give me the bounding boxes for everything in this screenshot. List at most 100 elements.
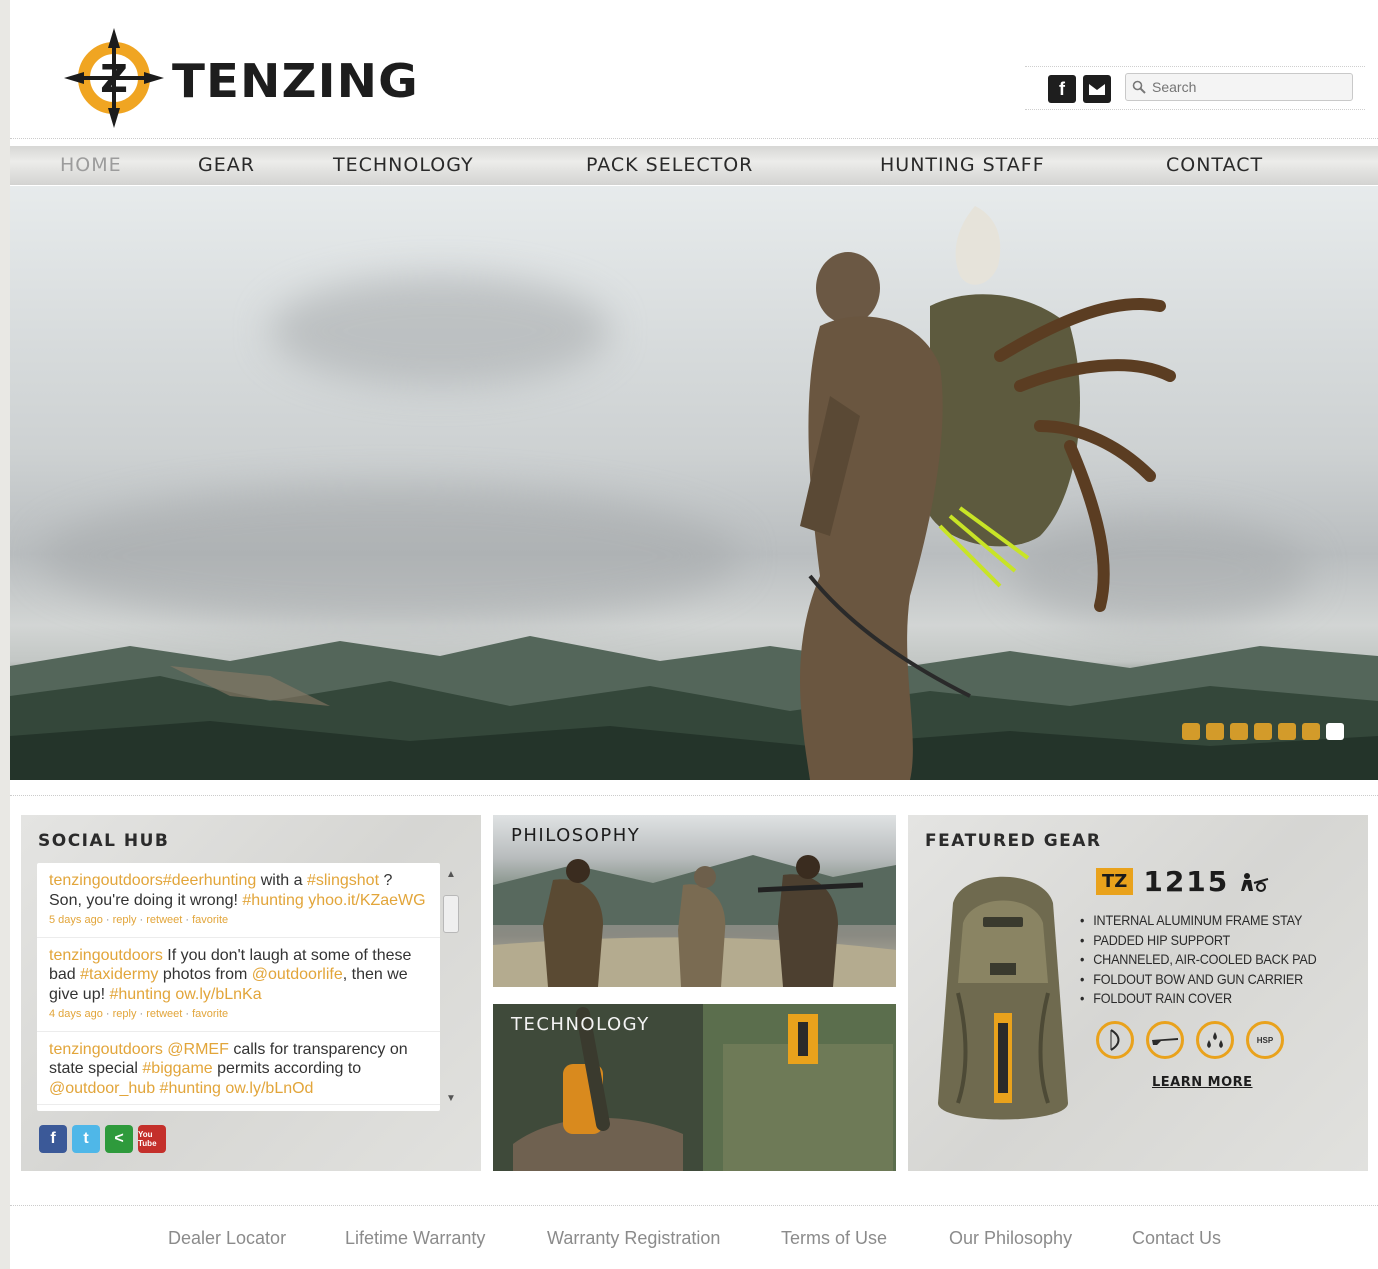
nav-contact[interactable]: CONTACT [1166, 154, 1263, 176]
footer-link-terms-of-use[interactable]: Terms of Use [781, 1228, 887, 1249]
scroll-up-icon[interactable]: ▲ [445, 869, 457, 881]
brand-logo[interactable]: Z TENZING [62, 26, 462, 130]
slide-dot[interactable] [1182, 723, 1200, 740]
tweet-favorite-link[interactable]: favorite [192, 914, 228, 926]
tweet-link[interactable]: #biggame [142, 1060, 212, 1077]
tweet-link[interactable]: @RMEF [163, 1041, 229, 1058]
tweet-link[interactable]: #hunting [109, 986, 170, 1003]
separator: · [102, 914, 113, 926]
scroll-thumb[interactable] [443, 895, 459, 933]
facebook-icon[interactable]: f [1048, 75, 1076, 103]
feature-list: INTERNAL ALUMINUM FRAME STAYPADDED HIP S… [1080, 911, 1343, 1009]
tweet-meta: 4 days ago · reply · retweet · favorite [49, 1005, 428, 1025]
hsp-label: HSP [1256, 1035, 1274, 1045]
page: Z TENZING f HOME GEAR TECHNOLOGY PACK SE… [10, 0, 1378, 1269]
footer-link-contact-us[interactable]: Contact Us [1132, 1228, 1221, 1249]
tweet-favorite-link[interactable]: favorite [192, 1008, 228, 1020]
hunter-glyph-icon [1241, 872, 1269, 892]
gear-heading: TZ 1215 [1096, 865, 1269, 898]
tweet-user-link[interactable]: tenzingoutdoors [49, 1041, 163, 1058]
tweet-link[interactable]: @outdoorlife [252, 966, 343, 983]
hunter-with-antlers [800, 206, 1176, 780]
tweet-reply-link[interactable]: reply [113, 914, 137, 926]
tweet-list[interactable]: tenzingoutdoors#deerhunting with a #slin… [37, 863, 440, 1111]
cloud [270, 276, 610, 386]
cloud [40, 486, 740, 626]
facebook-icon[interactable]: f [39, 1125, 67, 1153]
footer-link-our-philosophy[interactable]: Our Philosophy [949, 1228, 1072, 1249]
tweet-text: permits according to [212, 1060, 362, 1077]
tweet-link[interactable]: #hunting [155, 1080, 221, 1097]
tweet-link[interactable]: yhoo.it/KZaeWG [304, 892, 425, 909]
technology-tile[interactable]: TECHNOLOGY [493, 1004, 896, 1171]
slide-dot[interactable] [1302, 723, 1320, 740]
learn-more-link[interactable]: LEARN MORE [1152, 1075, 1253, 1090]
footer-link-warranty-registration[interactable]: Warranty Registration [547, 1228, 720, 1249]
nav-home[interactable]: HOME [60, 154, 122, 176]
footer-divider [10, 1205, 1378, 1206]
separator: · [136, 914, 147, 926]
separator: · [182, 914, 193, 926]
search-input[interactable] [1152, 79, 1342, 95]
feature-item: CHANNELED, AIR-COOLED BACK PAD [1080, 950, 1317, 970]
hero-slideshow[interactable] [10, 186, 1378, 780]
nav-gear[interactable]: GEAR [198, 154, 255, 176]
tweet-link[interactable]: ow.ly/bLnKa [171, 986, 261, 1003]
tweet-time[interactable]: 4 days ago [49, 1008, 103, 1020]
tweet-text: photos from [158, 966, 252, 983]
tweet-link[interactable]: #slingshot [307, 872, 379, 889]
footer-link-lifetime-warranty[interactable]: Lifetime Warranty [345, 1228, 485, 1249]
nav-hunting-staff[interactable]: HUNTING STAFF [880, 154, 1045, 176]
nav-technology[interactable]: TECHNOLOGY [333, 154, 474, 176]
tweet-link[interactable]: ow.ly/bLnOd [221, 1080, 313, 1097]
social-hub-title: SOCIAL HUB [38, 831, 170, 851]
youtube-icon[interactable]: You Tube [138, 1125, 166, 1153]
tweet-meta: 5 days ago · reply · retweet · favorite [49, 911, 428, 931]
tweet-text: with a [256, 872, 307, 889]
tz-badge: TZ [1096, 868, 1134, 895]
tweet-retweet-link[interactable]: retweet [146, 1008, 182, 1020]
footer-link-dealer-locator[interactable]: Dealer Locator [168, 1228, 286, 1249]
search-icon [1132, 80, 1146, 94]
nav-pack-selector[interactable]: PACK SELECTOR [586, 154, 753, 176]
backpack-image[interactable] [928, 863, 1078, 1133]
tweet-link[interactable]: #taxidermy [80, 966, 158, 983]
tweet-item: tenzingoutdoors If you don't laugh at so… [37, 938, 440, 1032]
tweet-item: tenzingoutdoors#deerhunting with a #slin… [37, 863, 440, 938]
twitter-icon[interactable] [1083, 75, 1111, 103]
featured-gear-title: FEATURED GEAR [925, 831, 1102, 851]
twitter-icon[interactable]: t [72, 1125, 100, 1153]
scroll-down-icon[interactable]: ▼ [445, 1093, 457, 1105]
slide-dot[interactable] [1230, 723, 1248, 740]
philosophy-title: PHILOSOPHY [511, 825, 641, 846]
hsp-icon: HSP [1246, 1021, 1284, 1059]
slide-dot[interactable] [1206, 723, 1224, 740]
slide-dot[interactable] [1254, 723, 1272, 740]
brand-name: TENZING [172, 54, 419, 108]
tweet-retweet-link[interactable]: retweet [146, 914, 182, 926]
tweet-user-link[interactable]: tenzingoutdoors [49, 872, 163, 889]
feature-item: FOLDOUT RAIN COVER [1080, 989, 1317, 1009]
water-drops-icon [1196, 1021, 1234, 1059]
share-icon[interactable]: < [105, 1125, 133, 1153]
feature-item: INTERNAL ALUMINUM FRAME STAY [1080, 911, 1317, 931]
tweet-link[interactable]: #deerhunting [163, 872, 256, 889]
tweet-link[interactable]: #hunting [242, 892, 303, 909]
social-hub-panel: SOCIAL HUB tenzingoutdoors#deerhunting w… [21, 815, 481, 1171]
tweet-time[interactable]: 5 days ago [49, 914, 103, 926]
svg-text:Z: Z [100, 57, 128, 101]
tweet-user-link[interactable]: tenzingoutdoors [49, 947, 163, 964]
tweet-link[interactable]: @outdoor_hub [49, 1080, 155, 1097]
main-nav: HOME GEAR TECHNOLOGY PACK SELECTOR HUNTI… [10, 146, 1378, 185]
philosophy-tile[interactable]: PHILOSOPHY [493, 815, 896, 987]
tweet-scrollbar[interactable]: ▲ ▼ [441, 865, 461, 1111]
technology-title: TECHNOLOGY [511, 1014, 650, 1035]
header-tools: f [1025, 66, 1365, 110]
section-divider [10, 795, 1378, 796]
rifle-icon [1146, 1021, 1184, 1059]
tweet-reply-link[interactable]: reply [113, 1008, 137, 1020]
model-number: 1215 [1143, 865, 1230, 898]
slide-dot[interactable] [1278, 723, 1296, 740]
bow-icon [1096, 1021, 1134, 1059]
slide-dot[interactable] [1326, 723, 1344, 740]
